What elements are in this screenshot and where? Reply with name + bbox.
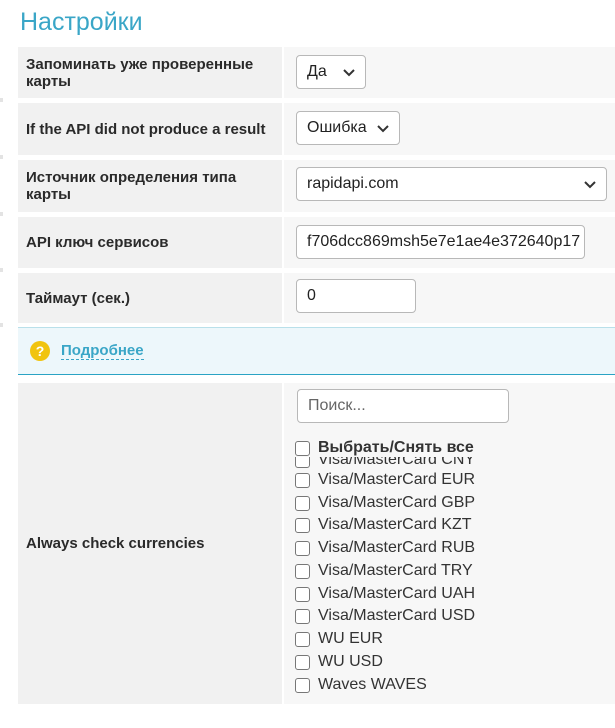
setting-value-cell: Да xyxy=(282,47,615,98)
currency-checkbox[interactable] xyxy=(295,654,310,670)
chevron-down-icon xyxy=(584,181,596,189)
setting-label: Источник определения типа карты xyxy=(18,160,282,212)
select-all-checkbox-row[interactable]: Выбрать/Снять все xyxy=(295,439,474,457)
card-type-source-select[interactable]: rapidapi.com xyxy=(296,167,607,201)
setting-value-cell: Ошибка xyxy=(282,103,615,155)
currency-option[interactable]: Visa/MasterCard TRY xyxy=(295,562,473,580)
currency-checkbox[interactable] xyxy=(295,563,310,579)
left-edge-divider xyxy=(0,323,3,327)
setting-row-api-no-result: If the API did not produce a result Ошиб… xyxy=(18,103,615,155)
currency-list[interactable]: Visa/MasterCard CNY Visa/MasterCard EUR … xyxy=(283,457,613,702)
setting-label: If the API did not produce a result xyxy=(18,103,282,155)
currency-label: WU EUR xyxy=(318,630,383,647)
currency-option[interactable]: Visa/MasterCard UAH xyxy=(295,585,475,603)
currency-label: Visa/MasterCard TRY xyxy=(318,562,473,579)
currency-option[interactable]: Visa/MasterCard USD xyxy=(295,607,475,625)
currency-option[interactable]: Visa/MasterCard EUR xyxy=(295,471,475,489)
select-value: Да xyxy=(307,63,327,80)
currency-checkbox[interactable] xyxy=(295,586,310,602)
left-edge-divider xyxy=(0,155,3,159)
timeout-input[interactable]: 0 xyxy=(296,279,416,313)
setting-row-card-type-source: Источник определения типа карты rapidapi… xyxy=(18,160,615,212)
currency-checkbox[interactable] xyxy=(295,608,310,624)
currency-label: Waves WAVES xyxy=(318,676,427,693)
page-title: Настройки xyxy=(20,8,143,36)
left-edge-divider xyxy=(0,98,3,102)
currency-label: Visa/MasterCard UAH xyxy=(318,585,476,602)
setting-row-timeout: Таймаут (сек.) 0 xyxy=(18,273,615,323)
setting-value-cell: f706dcc869msh5e7e1ae4e372640p17 xyxy=(282,217,615,268)
select-value: Ошибка xyxy=(307,119,367,136)
currency-checkbox[interactable] xyxy=(295,677,310,693)
chevron-down-icon xyxy=(343,69,355,77)
select-value: rapidapi.com xyxy=(307,175,399,192)
api-key-input[interactable]: f706dcc869msh5e7e1ae4e372640p17 xyxy=(296,225,585,259)
currency-checkbox[interactable] xyxy=(295,631,310,647)
setting-label: Таймаут (сек.) xyxy=(18,273,282,323)
setting-row-api-key: API ключ сервисов f706dcc869msh5e7e1ae4e… xyxy=(18,217,615,268)
currency-option[interactable]: Visa/MasterCard KZT xyxy=(295,516,472,534)
api-no-result-select[interactable]: Ошибка xyxy=(296,111,400,145)
chevron-down-icon xyxy=(377,125,389,133)
currency-label: Visa/MasterCard GBP xyxy=(318,494,476,511)
currency-label: WU USD xyxy=(318,653,383,670)
currency-option[interactable]: Visa/MasterCard RUB xyxy=(295,539,475,557)
more-info-link[interactable]: Подробнее xyxy=(61,342,144,360)
currency-label: Visa/MasterCard USD xyxy=(318,607,476,624)
left-edge-divider xyxy=(0,268,3,272)
currency-option[interactable]: Waves WAVES xyxy=(295,676,427,694)
setting-label: Always check currencies xyxy=(18,383,282,704)
select-all-checkbox[interactable] xyxy=(295,440,310,456)
setting-row-remember-cards: Запоминать уже проверенные карты Да xyxy=(18,47,615,98)
select-all-label: Выбрать/Снять все xyxy=(318,439,474,456)
setting-label: Запоминать уже проверенные карты xyxy=(18,47,282,98)
currency-label: Visa/MasterCard EUR xyxy=(318,471,476,488)
currency-checkbox[interactable] xyxy=(295,540,310,556)
currency-search-input[interactable]: Поиск... xyxy=(297,389,509,423)
remember-cards-select[interactable]: Да xyxy=(296,55,366,89)
question-icon: ? xyxy=(30,341,50,361)
currency-label: Visa/MasterCard RUB xyxy=(318,539,476,556)
left-edge-divider xyxy=(0,212,3,216)
info-panel: ? Подробнее xyxy=(18,327,615,375)
setting-value-cell: 0 xyxy=(282,273,615,323)
currency-label: Visa/MasterCard KZT xyxy=(318,516,472,533)
currency-option[interactable]: Visa/MasterCard CNY xyxy=(295,457,475,469)
currency-checkbox[interactable] xyxy=(295,472,310,488)
currency-option[interactable]: WU USD xyxy=(295,653,383,671)
setting-value-cell: rapidapi.com xyxy=(282,160,615,212)
currency-checkbox[interactable] xyxy=(295,457,310,468)
currency-checkbox[interactable] xyxy=(295,517,310,533)
currency-option[interactable]: Visa/MasterCard GBP xyxy=(295,494,475,512)
currency-option[interactable]: WU EUR xyxy=(295,630,383,648)
setting-label: API ключ сервисов xyxy=(18,217,282,268)
currency-checkbox[interactable] xyxy=(295,495,310,511)
currency-label: Visa/MasterCard CNY xyxy=(318,457,476,468)
